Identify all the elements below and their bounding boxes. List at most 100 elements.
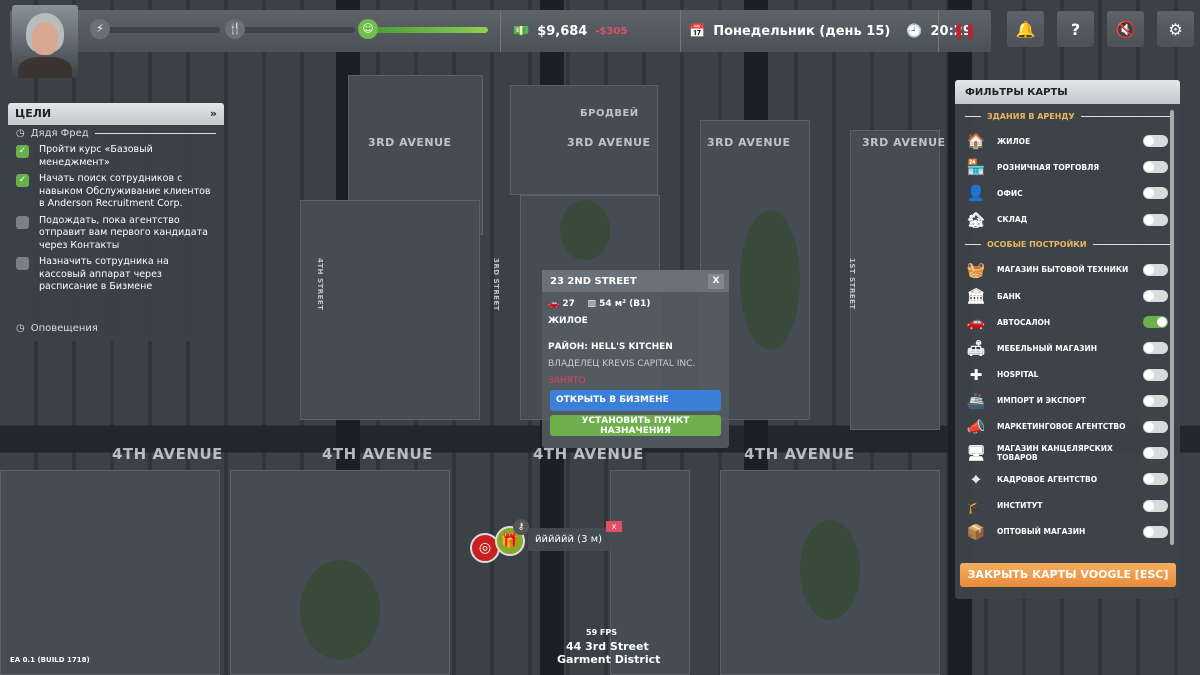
filters-scrollbar[interactable] [1170, 110, 1174, 545]
settings-button[interactable]: ⚙ [1157, 11, 1194, 47]
building-type-icon: 👤 [966, 184, 986, 203]
food-icon: 🍴 [225, 19, 245, 39]
building-area: 54 м² (B1) [599, 299, 651, 309]
filter-toggle[interactable] [1143, 473, 1168, 486]
filter-toggle[interactable] [1143, 213, 1168, 226]
filter-label: МАГАЗИН БЫТОВОЙ ТЕХНИКИ [997, 265, 1129, 275]
filter-row: 📣 МАРКЕТИНГОВОЕ АГЕНТСТВО [955, 414, 1180, 440]
filters-title: ФИЛЬТРЫ КАРТЫ [955, 80, 1180, 104]
filter-toggle[interactable] [1143, 368, 1168, 381]
help-button[interactable]: ? [1057, 11, 1094, 47]
filter-toggle[interactable] [1143, 135, 1168, 148]
filter-toggle[interactable] [1143, 161, 1168, 174]
hunger-bar [240, 27, 355, 33]
goal-text: Начать поиск сотрудников с навыком Обслу… [39, 173, 211, 209]
goal-text: Пройти курс «Базовый менеджмент» [39, 144, 153, 168]
checkmark-icon: ✓ [16, 145, 29, 158]
building-owner: ВЛАДЕЛЕЦ KREVIS CAPITAL INC. [548, 359, 696, 369]
filter-toggle[interactable] [1143, 394, 1168, 407]
filter-toggle[interactable] [1143, 187, 1168, 200]
filter-row: ✚ HOSPITAL [955, 362, 1180, 388]
filter-toggle[interactable] [1143, 342, 1168, 355]
rent-section-title: ЗДАНИЯ В АРЕНДУ [987, 111, 1075, 121]
filter-toggle[interactable] [1143, 316, 1168, 329]
street-label: 3RD AVENUE [567, 136, 651, 149]
building-type-icon: ⌖ [971, 470, 981, 489]
filter-label: КАДРОВОЕ АГЕНТСТВО [997, 474, 1098, 484]
filter-label: БАНК [997, 291, 1021, 301]
street-label: 4TH AVENUE [322, 445, 433, 463]
street-label: 4TH AVENUE [112, 445, 223, 463]
avatar[interactable] [12, 5, 78, 78]
filter-label: АВТОСАЛОН [997, 317, 1051, 327]
area-icon: ▨ [587, 299, 596, 309]
filter-label: ИМПОРТ И ЭКСПОРТ [997, 396, 1086, 406]
energy-icon: ⚡ [90, 19, 110, 39]
filter-row: 🏚 СКЛАД [955, 207, 1180, 233]
goal-item: Назначить сотрудника на кассовый аппарат… [8, 254, 224, 296]
open-in-bizman-button[interactable]: ОТКРЫТЬ В БИЗМЕНЕ [550, 390, 721, 411]
filter-toggle[interactable] [1143, 447, 1168, 460]
building-type-icon: 🏛 [966, 287, 986, 306]
checkbox-icon [16, 215, 29, 229]
building-type-icon: 🏪 [966, 158, 986, 177]
building-status: ЗАНЯТО [548, 376, 586, 386]
filter-label: ИНСТИТУТ [997, 501, 1043, 511]
close-map-button[interactable]: ЗАКРЫТЬ КАРТЫ VOOGLE [ESC] [960, 563, 1176, 587]
goal-text: Назначить сотрудника на кассовый аппарат… [39, 256, 169, 292]
current-street: 44 3rd Street [566, 640, 649, 653]
goals-title: ЦЕЛИ [15, 107, 52, 120]
pause-button[interactable]: ❚❚ [938, 10, 990, 52]
street-label: 3RD AVENUE [862, 136, 946, 149]
goal-text: Подождать, пока агентство отправит вам п… [39, 214, 208, 251]
building-type-icon: ✚ [969, 365, 983, 384]
collapse-chevron-icon[interactable]: » [210, 107, 217, 121]
close-popup-button[interactable]: X [708, 273, 724, 289]
notifications-section[interactable]: Оповещения [31, 323, 98, 334]
building-type-icon: 🚗 [966, 313, 986, 332]
filter-label: МАРКЕТИНГОВОЕ АГЕНТСТВО [997, 422, 1126, 432]
building-type-icon: 🛋 [966, 339, 986, 358]
set-destination-button[interactable]: УСТАНОВИТЬ ПУНКТ НАЗНАЧЕНИЯ [550, 415, 721, 436]
filter-toggle[interactable] [1143, 290, 1168, 303]
filter-toggle[interactable] [1143, 499, 1168, 512]
filter-row: 🛋 МЕБЕЛЬНЫЙ МАГАЗИН [955, 335, 1180, 361]
filter-row: 🏠 ЖИЛОЕ [955, 128, 1180, 154]
goal-item: ✓ Пройти курс «Базовый менеджмент» [8, 142, 224, 171]
parking-count: 27 [562, 299, 575, 309]
filter-toggle[interactable] [1143, 263, 1168, 276]
calendar-icon: 📅 [689, 23, 706, 39]
version-label: EA 0.1 (BUILD 1718) [10, 656, 90, 664]
building-type-icon: 📣 [966, 417, 986, 436]
date-value: Понедельник (день 15) [713, 23, 891, 39]
filter-label: СКЛАД [997, 215, 1028, 225]
marker-close-button[interactable]: x [606, 521, 622, 532]
notifications-button[interactable]: 🔔 [1007, 11, 1044, 47]
filter-row: 🎓 ИНСТИТУТ [955, 492, 1180, 518]
filter-row: 🚢 ИМПОРТ И ЭКСПОРТ [955, 388, 1180, 414]
building-district: РАЙОН: HELL'S KITCHEN [548, 342, 673, 352]
fps-counter: 59 FPS [586, 628, 618, 637]
street-label: 3RD AVENUE [368, 136, 452, 149]
filter-row: 📦 ОПТОВЫЙ МАГАЗИН [955, 519, 1180, 545]
clock-icon: 🕘 [906, 23, 923, 39]
cash-icon: 💵 [513, 23, 530, 39]
goal-item: Подождать, пока агентство отправит вам п… [8, 213, 224, 255]
filter-toggle[interactable] [1143, 420, 1168, 433]
street-label-1st-street: 1ST STREET [848, 258, 856, 310]
current-district: Garment District [557, 653, 661, 666]
building-type-icon: 🖥 [966, 444, 986, 463]
smile-icon: ☺ [358, 19, 378, 39]
filter-label: HOSPITAL [997, 370, 1039, 380]
bell-icon: 🔔 [1015, 19, 1036, 39]
clock-icon: ◷ [16, 128, 25, 139]
mute-button[interactable]: 🔇 [1107, 11, 1144, 47]
building-popup: 23 2ND STREET X 🚗 27 ▨ 54 м² (B1) ЖИЛОЕ Р… [542, 270, 729, 448]
building-type-icon: 🎓 [966, 496, 986, 515]
map-filters-panel: ФИЛЬТРЫ КАРТЫ ЗДАНИЯ В АРЕНДУ 🏠 ЖИЛОЕ 🏪 РОЗ… [955, 80, 1180, 599]
filter-toggle[interactable] [1143, 525, 1168, 538]
help-icon: ? [1070, 19, 1081, 39]
building-address: 23 2ND STREET [550, 275, 637, 287]
building-type-icon: 🏚 [966, 210, 986, 229]
building-type-icon: 🚢 [966, 391, 986, 410]
